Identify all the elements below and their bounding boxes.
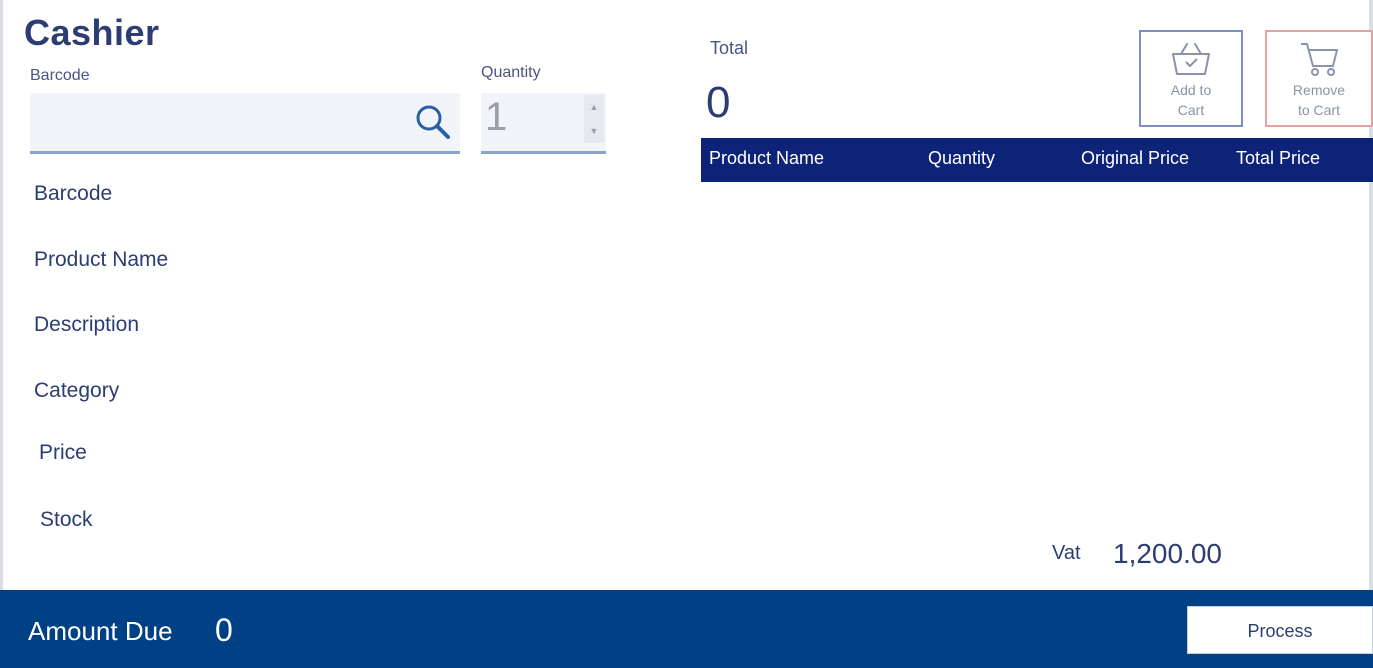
barcode-field [30, 93, 460, 154]
total-label: Total [710, 38, 749, 58]
field-label-price: Price [39, 441, 87, 464]
vat-value: 1,200.00 [1113, 538, 1222, 569]
column-header-total-price[interactable]: Total Price [1236, 148, 1320, 169]
footer-bar: Amount Due 0 Process [0, 590, 1373, 668]
field-label-category: Category [34, 379, 120, 402]
field-label-product-name: Product Name [34, 248, 169, 271]
add-to-cart-line1: Add to [1170, 82, 1212, 98]
quantity-up-button[interactable]: ▲ [584, 95, 604, 119]
field-label-description: Description [34, 313, 140, 336]
column-header-product-name[interactable]: Product Name [709, 148, 824, 169]
amount-due-label: Amount Due [28, 616, 173, 646]
column-header-quantity[interactable]: Quantity [928, 148, 995, 169]
cart-icon [1301, 43, 1338, 76]
add-to-cart-line2: Cart [1177, 102, 1205, 118]
column-header-original-price[interactable]: Original Price [1081, 148, 1189, 169]
cart-table-header: Product Name Quantity Original Price Tot… [701, 138, 1373, 182]
basket-icon [1172, 43, 1210, 75]
total-value: 0 [706, 78, 731, 127]
search-icon[interactable] [414, 103, 452, 141]
quantity-spinner: ▲ ▼ [584, 95, 604, 143]
field-label-stock: Stock [40, 508, 93, 531]
barcode-input-label: Barcode [30, 67, 90, 84]
vat-label: Vat [1052, 542, 1081, 564]
barcode-input[interactable] [38, 101, 412, 145]
remove-from-cart-line1: Remove [1292, 82, 1346, 98]
add-to-cart-button[interactable]: Add to Cart [1139, 30, 1243, 127]
amount-due-value: 0 [215, 612, 233, 648]
field-label-barcode: Barcode [34, 182, 113, 205]
remove-from-cart-button[interactable]: Remove to Cart [1265, 30, 1373, 127]
remove-from-cart-line2: to Cart [1297, 102, 1340, 118]
quantity-down-button[interactable]: ▼ [584, 119, 604, 143]
quantity-value[interactable]: 1 [485, 95, 507, 140]
quantity-stepper[interactable]: 1 ▲ ▼ [481, 93, 606, 154]
window-left-border [0, 0, 3, 590]
process-button[interactable]: Process [1187, 606, 1373, 654]
quantity-input-label: Quantity [481, 64, 541, 81]
page-title: Cashier [24, 12, 160, 53]
